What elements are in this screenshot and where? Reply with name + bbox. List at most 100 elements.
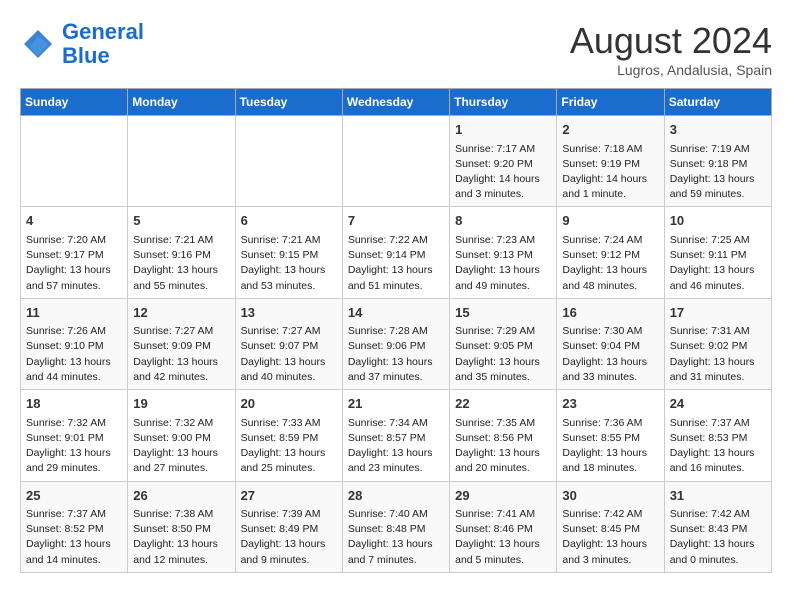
day-info: Sunrise: 7:38 AM Sunset: 8:50 PM Dayligh…: [133, 507, 229, 568]
calendar-cell: 15Sunrise: 7:29 AM Sunset: 9:05 PM Dayli…: [450, 298, 557, 389]
day-number: 16: [562, 303, 658, 323]
calendar-cell: 23Sunrise: 7:36 AM Sunset: 8:55 PM Dayli…: [557, 390, 664, 481]
day-number: 6: [241, 211, 337, 231]
day-number: 31: [670, 486, 766, 506]
day-number: 5: [133, 211, 229, 231]
calendar-cell: 17Sunrise: 7:31 AM Sunset: 9:02 PM Dayli…: [664, 298, 771, 389]
day-number: 24: [670, 394, 766, 414]
calendar-cell: 2Sunrise: 7:18 AM Sunset: 9:19 PM Daylig…: [557, 116, 664, 207]
calendar-week-row: 18Sunrise: 7:32 AM Sunset: 9:01 PM Dayli…: [21, 390, 772, 481]
calendar-cell: 28Sunrise: 7:40 AM Sunset: 8:48 PM Dayli…: [342, 481, 449, 572]
day-info: Sunrise: 7:29 AM Sunset: 9:05 PM Dayligh…: [455, 324, 551, 385]
day-number: 26: [133, 486, 229, 506]
day-number: 17: [670, 303, 766, 323]
day-number: 27: [241, 486, 337, 506]
day-number: 22: [455, 394, 551, 414]
day-number: 21: [348, 394, 444, 414]
day-number: 20: [241, 394, 337, 414]
day-info: Sunrise: 7:37 AM Sunset: 8:53 PM Dayligh…: [670, 416, 766, 477]
day-number: 3: [670, 120, 766, 140]
logo-blue: Blue: [62, 44, 144, 68]
day-number: 25: [26, 486, 122, 506]
calendar-header-sunday: Sunday: [21, 89, 128, 116]
calendar-cell: 27Sunrise: 7:39 AM Sunset: 8:49 PM Dayli…: [235, 481, 342, 572]
calendar-cell: 11Sunrise: 7:26 AM Sunset: 9:10 PM Dayli…: [21, 298, 128, 389]
day-info: Sunrise: 7:18 AM Sunset: 9:19 PM Dayligh…: [562, 142, 658, 203]
day-number: 4: [26, 211, 122, 231]
calendar-cell: 18Sunrise: 7:32 AM Sunset: 9:01 PM Dayli…: [21, 390, 128, 481]
day-info: Sunrise: 7:26 AM Sunset: 9:10 PM Dayligh…: [26, 324, 122, 385]
calendar-cell: 21Sunrise: 7:34 AM Sunset: 8:57 PM Dayli…: [342, 390, 449, 481]
day-number: 11: [26, 303, 122, 323]
calendar-cell: 6Sunrise: 7:21 AM Sunset: 9:15 PM Daylig…: [235, 207, 342, 298]
logo: General Blue: [20, 20, 144, 68]
day-info: Sunrise: 7:36 AM Sunset: 8:55 PM Dayligh…: [562, 416, 658, 477]
day-number: 13: [241, 303, 337, 323]
day-info: Sunrise: 7:22 AM Sunset: 9:14 PM Dayligh…: [348, 233, 444, 294]
calendar-table: SundayMondayTuesdayWednesdayThursdayFrid…: [20, 88, 772, 573]
day-info: Sunrise: 7:32 AM Sunset: 9:01 PM Dayligh…: [26, 416, 122, 477]
day-info: Sunrise: 7:35 AM Sunset: 8:56 PM Dayligh…: [455, 416, 551, 477]
day-info: Sunrise: 7:21 AM Sunset: 9:16 PM Dayligh…: [133, 233, 229, 294]
calendar-cell: [21, 116, 128, 207]
calendar-cell: 30Sunrise: 7:42 AM Sunset: 8:45 PM Dayli…: [557, 481, 664, 572]
day-info: Sunrise: 7:33 AM Sunset: 8:59 PM Dayligh…: [241, 416, 337, 477]
day-info: Sunrise: 7:41 AM Sunset: 8:46 PM Dayligh…: [455, 507, 551, 568]
calendar-header-friday: Friday: [557, 89, 664, 116]
day-info: Sunrise: 7:23 AM Sunset: 9:13 PM Dayligh…: [455, 233, 551, 294]
day-info: Sunrise: 7:37 AM Sunset: 8:52 PM Dayligh…: [26, 507, 122, 568]
title-block: August 2024 Lugros, Andalusia, Spain: [570, 20, 772, 78]
day-info: Sunrise: 7:17 AM Sunset: 9:20 PM Dayligh…: [455, 142, 551, 203]
calendar-cell: 24Sunrise: 7:37 AM Sunset: 8:53 PM Dayli…: [664, 390, 771, 481]
calendar-cell: [235, 116, 342, 207]
day-info: Sunrise: 7:39 AM Sunset: 8:49 PM Dayligh…: [241, 507, 337, 568]
day-info: Sunrise: 7:24 AM Sunset: 9:12 PM Dayligh…: [562, 233, 658, 294]
calendar-cell: 8Sunrise: 7:23 AM Sunset: 9:13 PM Daylig…: [450, 207, 557, 298]
calendar-cell: 9Sunrise: 7:24 AM Sunset: 9:12 PM Daylig…: [557, 207, 664, 298]
day-number: 30: [562, 486, 658, 506]
calendar-header-wednesday: Wednesday: [342, 89, 449, 116]
day-number: 14: [348, 303, 444, 323]
day-number: 29: [455, 486, 551, 506]
calendar-cell: 14Sunrise: 7:28 AM Sunset: 9:06 PM Dayli…: [342, 298, 449, 389]
day-number: 28: [348, 486, 444, 506]
calendar-cell: [128, 116, 235, 207]
calendar-cell: 31Sunrise: 7:42 AM Sunset: 8:43 PM Dayli…: [664, 481, 771, 572]
logo-text: General Blue: [62, 20, 144, 68]
page-header: General Blue August 2024 Lugros, Andalus…: [20, 20, 772, 78]
day-number: 7: [348, 211, 444, 231]
calendar-week-row: 25Sunrise: 7:37 AM Sunset: 8:52 PM Dayli…: [21, 481, 772, 572]
calendar-cell: 19Sunrise: 7:32 AM Sunset: 9:00 PM Dayli…: [128, 390, 235, 481]
day-info: Sunrise: 7:27 AM Sunset: 9:09 PM Dayligh…: [133, 324, 229, 385]
day-number: 10: [670, 211, 766, 231]
calendar-cell: 13Sunrise: 7:27 AM Sunset: 9:07 PM Dayli…: [235, 298, 342, 389]
day-number: 12: [133, 303, 229, 323]
calendar-cell: 5Sunrise: 7:21 AM Sunset: 9:16 PM Daylig…: [128, 207, 235, 298]
calendar-header-row: SundayMondayTuesdayWednesdayThursdayFrid…: [21, 89, 772, 116]
day-info: Sunrise: 7:34 AM Sunset: 8:57 PM Dayligh…: [348, 416, 444, 477]
day-number: 19: [133, 394, 229, 414]
calendar-header-tuesday: Tuesday: [235, 89, 342, 116]
calendar-header-thursday: Thursday: [450, 89, 557, 116]
day-info: Sunrise: 7:40 AM Sunset: 8:48 PM Dayligh…: [348, 507, 444, 568]
day-info: Sunrise: 7:25 AM Sunset: 9:11 PM Dayligh…: [670, 233, 766, 294]
calendar-week-row: 4Sunrise: 7:20 AM Sunset: 9:17 PM Daylig…: [21, 207, 772, 298]
calendar-header-monday: Monday: [128, 89, 235, 116]
calendar-week-row: 1Sunrise: 7:17 AM Sunset: 9:20 PM Daylig…: [21, 116, 772, 207]
calendar-cell: 16Sunrise: 7:30 AM Sunset: 9:04 PM Dayli…: [557, 298, 664, 389]
calendar-cell: 12Sunrise: 7:27 AM Sunset: 9:09 PM Dayli…: [128, 298, 235, 389]
day-info: Sunrise: 7:30 AM Sunset: 9:04 PM Dayligh…: [562, 324, 658, 385]
day-info: Sunrise: 7:42 AM Sunset: 8:45 PM Dayligh…: [562, 507, 658, 568]
calendar-cell: 25Sunrise: 7:37 AM Sunset: 8:52 PM Dayli…: [21, 481, 128, 572]
day-info: Sunrise: 7:42 AM Sunset: 8:43 PM Dayligh…: [670, 507, 766, 568]
day-number: 15: [455, 303, 551, 323]
logo-icon: [20, 26, 56, 62]
calendar-cell: 26Sunrise: 7:38 AM Sunset: 8:50 PM Dayli…: [128, 481, 235, 572]
logo-general: General: [62, 19, 144, 44]
calendar-week-row: 11Sunrise: 7:26 AM Sunset: 9:10 PM Dayli…: [21, 298, 772, 389]
calendar-cell: 20Sunrise: 7:33 AM Sunset: 8:59 PM Dayli…: [235, 390, 342, 481]
day-info: Sunrise: 7:27 AM Sunset: 9:07 PM Dayligh…: [241, 324, 337, 385]
calendar-cell: 1Sunrise: 7:17 AM Sunset: 9:20 PM Daylig…: [450, 116, 557, 207]
calendar-cell: 4Sunrise: 7:20 AM Sunset: 9:17 PM Daylig…: [21, 207, 128, 298]
day-number: 8: [455, 211, 551, 231]
